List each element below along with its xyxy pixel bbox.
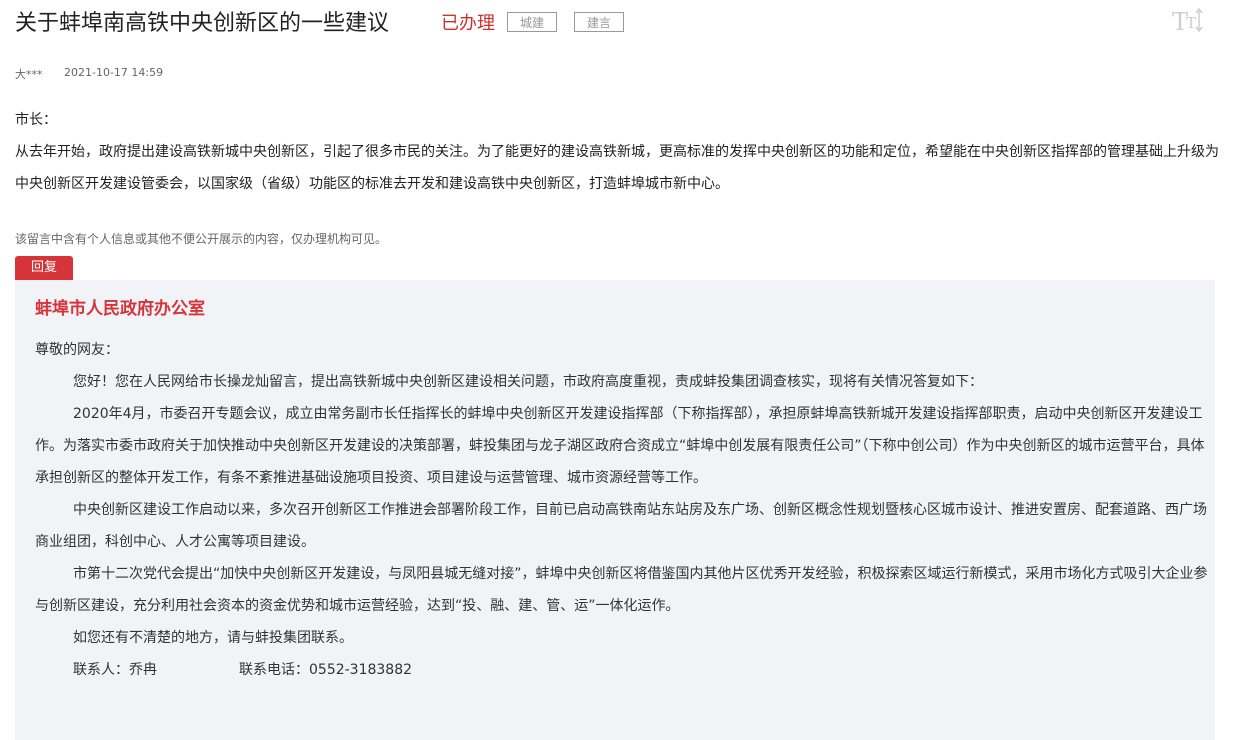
post-date: 2021-10-17 14:59	[64, 66, 164, 79]
font-size-icon[interactable]: T T	[1171, 6, 1205, 36]
tag-urban-construction[interactable]: 城建	[507, 12, 557, 32]
svg-text:T: T	[1186, 14, 1196, 32]
page-title: 关于蚌埠南高铁中央创新区的一些建议	[15, 11, 390, 36]
reply-contact: 联系人：乔冉 联系电话：0552-3183882	[35, 654, 1215, 686]
reply-paragraph: 您好！您在人民网给市长操龙灿留言，提出高铁新城中央创新区建设相关问题，市政府高度…	[73, 374, 983, 390]
contact-person: 联系人：乔冉	[73, 662, 157, 678]
reply-greeting: 尊敬的网友：	[35, 342, 119, 358]
reply-paragraph: 2020年4月，市委召开专题会议，成立由常务副市长任指挥长的蚌埠中央创新区开发建…	[35, 406, 1205, 486]
tag-suggestion[interactable]: 建言	[574, 12, 624, 32]
privacy-note: 该留言中含有个人信息或其他不便公开展示的内容，仅办理机构可见。	[15, 232, 388, 246]
message-salutation: 市长：	[15, 112, 57, 128]
message-content: 市长： 从去年开始，政府提出建设高铁新城中央创新区，引起了很多市民的关注。为了能…	[15, 104, 1225, 200]
reply-panel: 蚌埠市人民政府办公室 尊敬的网友： 您好！您在人民网给市长操龙灿留言，提出高铁新…	[15, 280, 1215, 740]
reply-paragraph: 市第十二次党代会提出“加快中央创新区开发建设，与凤阳县城无缝对接”，蚌埠中央创新…	[35, 566, 1208, 614]
contact-phone: 联系电话：0552-3183882	[239, 662, 413, 678]
message-body: 从去年开始，政府提出建设高铁新城中央创新区，引起了很多市民的关注。为了能更好的建…	[15, 144, 1219, 192]
reply-organization: 蚌埠市人民政府办公室	[35, 299, 205, 319]
status-badge: 已办理	[441, 13, 495, 34]
reply-tab[interactable]: 回复	[15, 256, 73, 280]
reply-paragraph: 中央创新区建设工作启动以来，多次召开创新区工作推进会部署阶段工作，目前已启动高铁…	[35, 502, 1207, 550]
reply-paragraph: 如您还有不清楚的地方，请与蚌投集团联系。	[73, 630, 353, 646]
reply-content: 尊敬的网友： 您好！您在人民网给市长操龙灿留言，提出高铁新城中央创新区建设相关问…	[35, 334, 1215, 686]
author-name: 大***	[15, 68, 43, 81]
